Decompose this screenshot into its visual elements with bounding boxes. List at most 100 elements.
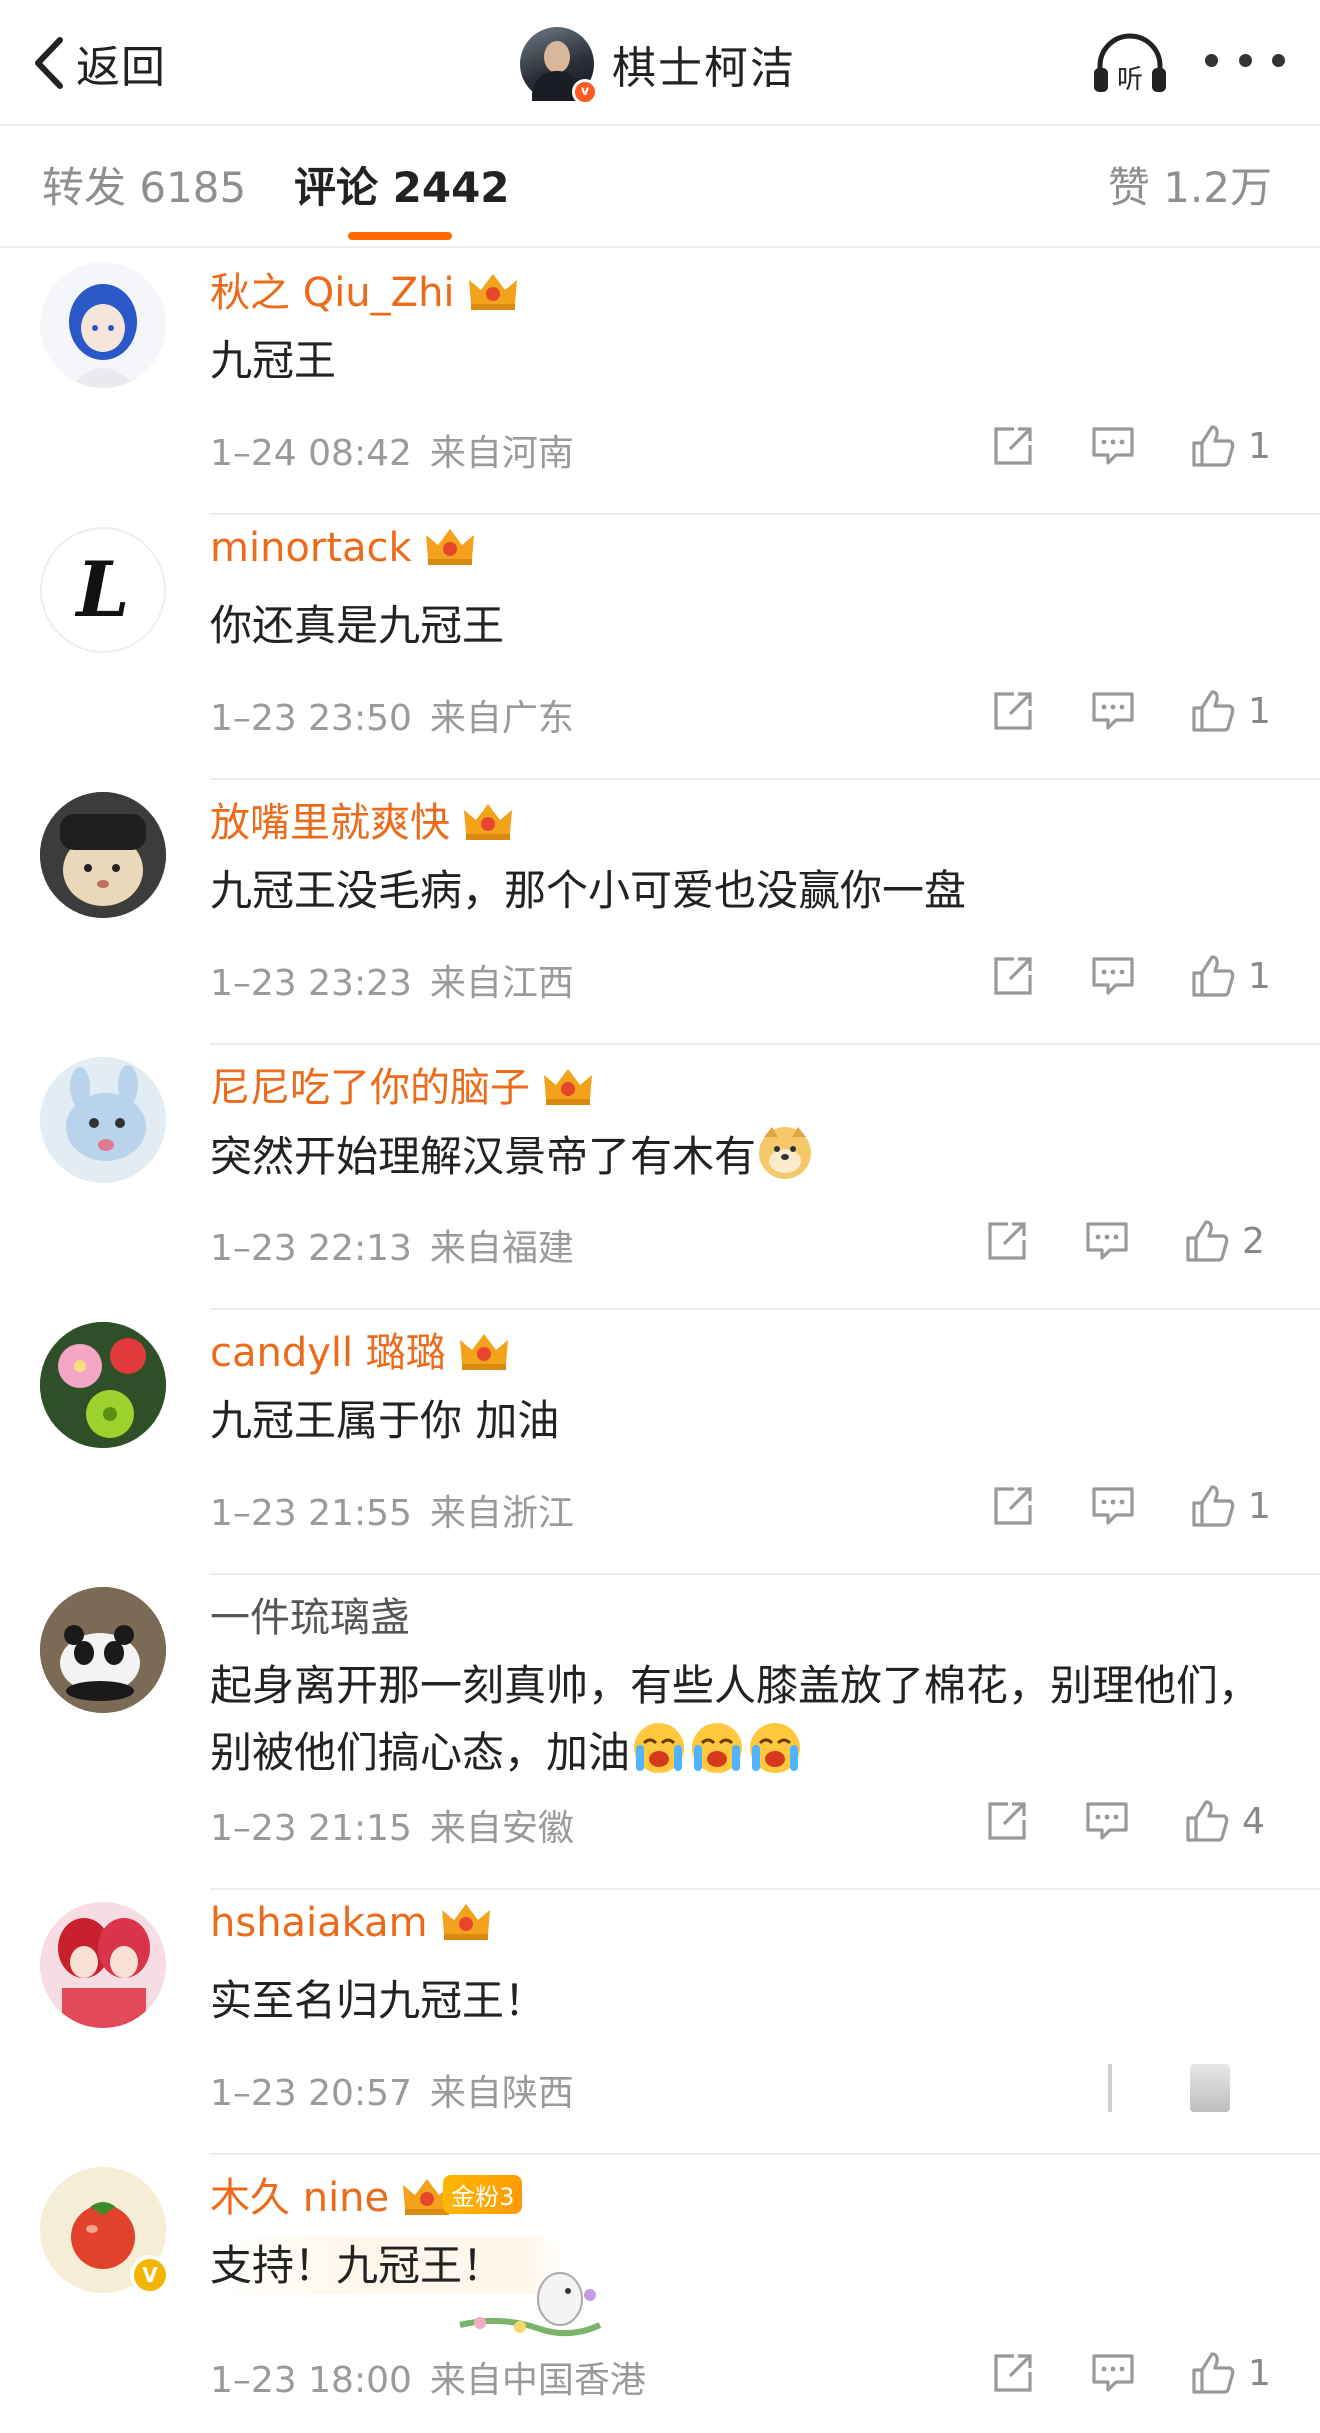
- more-options-button[interactable]: [1205, 40, 1285, 80]
- comment-text: 九冠王: [210, 336, 337, 385]
- like-button[interactable]: 1: [1190, 418, 1271, 474]
- share-icon: [994, 957, 1032, 995]
- comment-time: 1–23 21:15: [210, 1808, 412, 1849]
- share-button[interactable]: [990, 1478, 1036, 1534]
- comment-text: 九冠王属于你 加油: [210, 1396, 560, 1445]
- tab-reposts[interactable]: 转发 6185: [42, 154, 246, 215]
- like-button[interactable]: 1: [1190, 2345, 1271, 2401]
- comment-actions: 1: [990, 948, 1290, 1004]
- like-count: 1: [1248, 2352, 1271, 2394]
- user-avatar[interactable]: [40, 1587, 166, 1713]
- comment-location: 来自广东: [429, 698, 574, 739]
- comment-item: 秋之 Qiu_Zhi 九冠王 1–24 08:42 来自河南 1: [0, 250, 1320, 515]
- crying-emoji-icon: [634, 1723, 685, 1773]
- comment-meta: 1–23 23:50 来自广东: [210, 689, 574, 741]
- back-button[interactable]: 返回: [30, 28, 166, 98]
- reply-button[interactable]: [1084, 1213, 1130, 1269]
- share-button[interactable]: [984, 1213, 1030, 1269]
- comment-username[interactable]: 秋之 Qiu_Zhi: [210, 260, 521, 318]
- user-avatar[interactable]: [40, 1902, 166, 2028]
- comment-item: 放嘴里就爽快 九冠王没毛病，那个小可爱也没赢你一盘 1–23 23:23 来自江西…: [0, 780, 1320, 1045]
- comment-actions: 1: [990, 2345, 1290, 2401]
- like-count: 4: [1242, 1800, 1265, 1842]
- share-button[interactable]: [990, 418, 1036, 474]
- listen-button[interactable]: 听: [1090, 30, 1170, 96]
- like-count: 1: [1248, 425, 1271, 467]
- profile-name: 棋士柯洁: [612, 43, 796, 94]
- profile-avatar[interactable]: v: [520, 27, 598, 105]
- like-button[interactable]: 4: [1184, 1793, 1265, 1849]
- user-avatar[interactable]: V: [40, 2167, 170, 2295]
- comment-location: 来自河南: [429, 433, 574, 474]
- comment-meta: 1–23 23:23 来自江西: [210, 954, 574, 1006]
- svg-text:听: 听: [1117, 65, 1143, 95]
- comment-location: 来自江西: [429, 963, 574, 1004]
- listen-headphones-icon: 听: [1094, 33, 1166, 95]
- user-avatar[interactable]: L: [40, 527, 166, 653]
- comment-actions: 2: [984, 1213, 1284, 1269]
- comment-username[interactable]: candyll 璐璐: [210, 1320, 512, 1378]
- crown-icon: [459, 1334, 508, 1370]
- comment-time: 1–23 21:55: [210, 1493, 412, 1534]
- comment-icon: [1092, 2354, 1134, 2392]
- comment-meta: 1–23 22:13 来自福建: [210, 1219, 574, 1271]
- user-avatar[interactable]: [40, 1322, 166, 1448]
- verified-icon: v: [572, 79, 598, 105]
- share-button[interactable]: [990, 683, 1036, 739]
- comment-username[interactable]: 一件琉璃盏: [210, 1585, 410, 1643]
- reply-button[interactable]: [1084, 1793, 1130, 1849]
- comment-icon: [1092, 957, 1134, 995]
- comment-icon: [1086, 1222, 1128, 1260]
- comment-meta: 1–23 18:00 来自中国香港: [210, 2351, 646, 2403]
- reply-button[interactable]: [1090, 1478, 1136, 1534]
- like-button[interactable]: 1: [1190, 683, 1271, 739]
- tab-comments[interactable]: 评论 2442: [294, 154, 510, 215]
- comment-actions-loading: [990, 2058, 1290, 2114]
- comment-item: 尼尼吃了你的脑子 突然开始理解汉景帝了有木有 1–23 22:13 来自福建 2: [0, 1045, 1320, 1310]
- tab-bar: 转发 6185 评论 2442 赞 1.2万: [0, 128, 1320, 248]
- user-avatar[interactable]: [40, 262, 166, 388]
- back-label: 返回: [76, 42, 166, 93]
- crown-icon: [468, 274, 517, 310]
- reply-button[interactable]: [1090, 2345, 1136, 2401]
- comment-meta: 1–23 21:55 来自浙江: [210, 1484, 574, 1536]
- comment-sticker-icon: [459, 2272, 602, 2337]
- crown-icon: [544, 1069, 592, 1105]
- comment-icon: [1092, 1487, 1134, 1525]
- comment-item: V 木久 nine 金粉3 支持！九冠王！ 1–23 18:00 来自中国香港 1: [0, 2155, 1320, 2433]
- more-dots-icon: [1205, 53, 1218, 67]
- comment-username[interactable]: hshaiakam: [210, 1900, 494, 1946]
- like-button[interactable]: 2: [1184, 1213, 1265, 1269]
- share-button[interactable]: [984, 1793, 1030, 1849]
- like-count: 1: [1248, 1485, 1271, 1527]
- comment-text: 你还真是九冠王: [210, 601, 505, 650]
- reply-button[interactable]: [1090, 418, 1136, 474]
- comment-meta: 1–24 08:42 来自河南: [210, 424, 574, 476]
- share-button[interactable]: [990, 2345, 1036, 2401]
- user-avatar[interactable]: [40, 792, 166, 918]
- like-count: 1: [1248, 690, 1271, 732]
- tab-likes[interactable]: 赞 1.2万: [1108, 154, 1272, 215]
- comment-text: 支持！九冠王！: [210, 2233, 1260, 2299]
- comment-time: 1–23 23:50: [210, 698, 412, 739]
- reply-button[interactable]: [1090, 683, 1136, 739]
- comment-icon: [1092, 692, 1134, 730]
- comment-item: hshaiakam 实至名归九冠王！ 1–23 20:57 来自陕西: [0, 1890, 1320, 2155]
- profile-header[interactable]: v 棋士柯洁: [520, 24, 796, 105]
- comment-username[interactable]: 木久 nine 金粉3: [210, 2165, 523, 2223]
- comment-username[interactable]: 尼尼吃了你的脑子: [210, 1055, 596, 1113]
- crying-emoji-icon: [692, 1723, 743, 1773]
- comment-text: 起身离开那一刻真帅，有些人膝盖放了棉花，别理他们，别被他们搞心态，加油: [210, 1661, 1261, 1777]
- share-button[interactable]: [990, 948, 1036, 1004]
- like-button[interactable]: 1: [1190, 948, 1271, 1004]
- comment-actions: 1: [990, 683, 1290, 739]
- back-chevron-icon: [35, 37, 63, 89]
- like-button[interactable]: 1: [1190, 1478, 1271, 1534]
- like-icon: [1186, 1800, 1229, 1842]
- doge-emoji-icon: [759, 1127, 812, 1179]
- reply-button[interactable]: [1090, 948, 1136, 1004]
- comment-username[interactable]: 放嘴里就爽快: [210, 790, 516, 848]
- verified-icon: V: [130, 2255, 170, 2295]
- user-avatar[interactable]: [40, 1057, 166, 1183]
- comment-username[interactable]: minortack: [210, 525, 478, 571]
